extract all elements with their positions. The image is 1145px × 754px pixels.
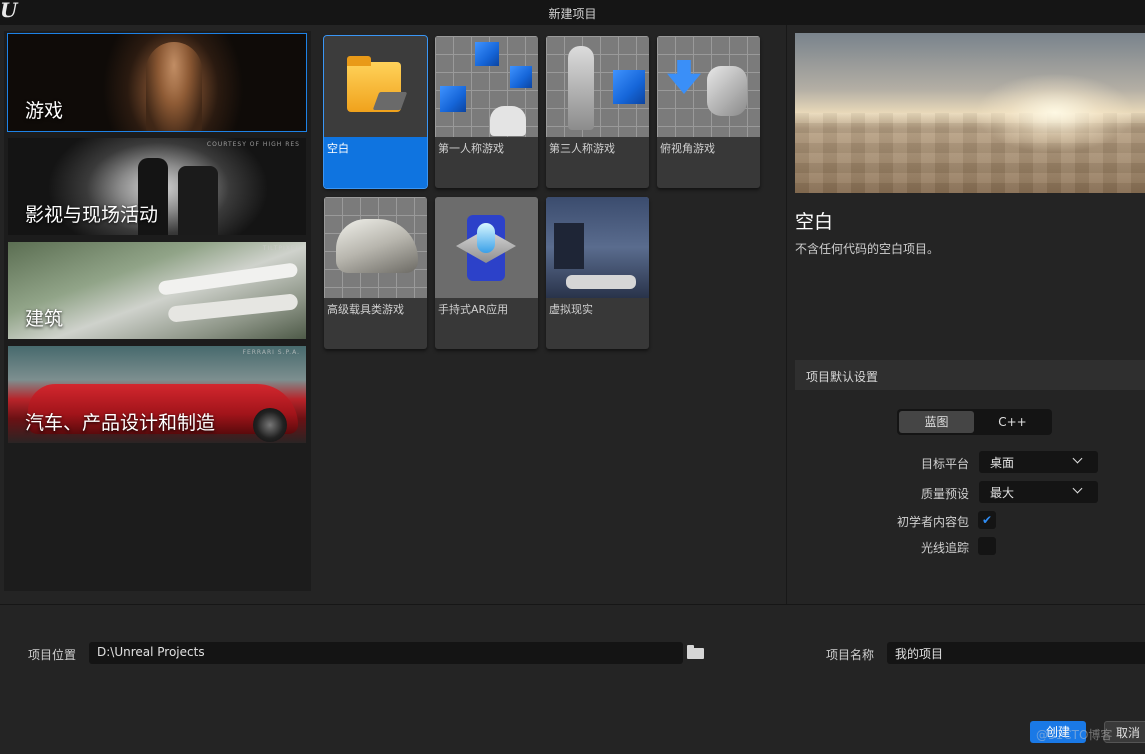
project-location-input[interactable]: D:\Unreal Projects [89,642,683,664]
sun-glare [975,73,1135,153]
template-vehicle[interactable]: 高级载具类游戏 [324,197,427,349]
target-platform-dropdown[interactable]: 桌面 [979,451,1098,473]
mannequin-figure [707,66,747,116]
template-third-person[interactable]: 第三人称游戏 [546,36,649,188]
category-film[interactable]: COURTESY OF HIGH RES 影视与现场活动 [7,137,307,236]
wheel-figure [253,408,287,442]
template-name: 俯视角游戏 [660,142,715,155]
starter-content-checkbox[interactable]: ✔ [978,511,996,529]
category-automotive[interactable]: FERRARI S.P.A. 汽车、产品设计和制造 [7,345,307,444]
target-platform-label: 目标平台 [920,457,969,471]
template-blank[interactable]: 空白 [323,35,428,189]
cpp-option[interactable]: C++ [975,411,1050,433]
category-architecture[interactable]: TILTPIXEL 建筑 [7,241,307,340]
main-area: 游戏 COURTESY OF HIGH RES 影视与现场活动 TILTPIXE… [0,25,1145,604]
category-games[interactable]: 游戏 [7,33,307,132]
character-figure [146,42,202,131]
project-name-label: 项目名称 [826,648,875,662]
quality-dropdown[interactable]: 最大 [979,481,1098,503]
browse-folder-icon[interactable] [687,645,704,659]
template-thumbnail [546,197,649,298]
template-virtual-reality[interactable]: 虚拟现实 [546,197,649,349]
raytracing-label: 光线追踪 [920,541,969,555]
template-name: 第三人称游戏 [549,142,615,155]
template-thumbnail [546,36,649,137]
template-name: 手持式AR应用 [438,303,509,316]
cube-figure [510,66,532,88]
template-thumbnail [324,36,427,137]
quality-value: 最大 [990,486,1015,500]
chevron-down-icon [1072,483,1083,494]
checkmark-icon: ✔ [981,513,993,527]
title-bar: U 新建项目 [0,0,1145,25]
category-list: 游戏 COURTESY OF HIGH RES 影视与现场活动 TILTPIXE… [4,31,311,591]
template-top-down[interactable]: 俯视角游戏 [657,36,760,188]
wall-figure [554,223,584,269]
template-name: 空白 [327,142,349,155]
settings-header: 项目默认设置 [795,360,1145,390]
window-title: 新建项目 [548,7,597,21]
panel-divider [786,25,787,604]
template-first-person[interactable]: 第一人称游戏 [435,36,538,188]
cube-figure [613,70,645,104]
template-title: 空白 [795,211,834,233]
category-label: 建筑 [25,308,64,330]
category-label: 影视与现场活动 [25,204,159,226]
template-handheld-ar[interactable]: 手持式AR应用 [435,197,538,349]
template-thumbnail [657,36,760,137]
project-type-toggle: 蓝图 C++ [897,409,1052,435]
bottom-bar: 项目位置 D:\Unreal Projects 项目名称 我的项目 创建 取消 … [0,604,1145,754]
image-credit: FERRARI S.P.A. [242,349,300,356]
controller-figure [566,275,636,289]
cube-figure [475,42,499,66]
quality-label: 质量预设 [920,487,969,501]
project-location-label: 项目位置 [28,648,77,662]
starter-content-label: 初学者内容包 [896,515,969,529]
image-credit: TILTPIXEL [262,245,300,252]
platform-icon [372,92,408,110]
template-name: 第一人称游戏 [438,142,504,155]
cube-figure [440,86,466,112]
template-thumbnail [435,197,538,298]
template-name: 虚拟现实 [549,303,593,316]
camera-rig-figure [178,166,218,235]
weapon-figure [490,106,526,136]
chevron-down-icon [1072,453,1083,464]
template-name: 高级载具类游戏 [327,303,404,316]
capsule-icon [477,223,495,253]
category-label: 汽车、产品设计和制造 [25,412,216,434]
template-description: 不含任何代码的空白项目。 [795,242,940,256]
blueprint-option[interactable]: 蓝图 [899,411,974,433]
template-thumbnail [324,197,427,298]
folder-tab-icon [347,56,371,66]
watermark: @51CTO博客 [1036,728,1113,742]
mannequin-figure [568,46,594,130]
template-thumbnail [435,36,538,137]
template-preview-image [795,33,1145,193]
raytracing-checkbox[interactable] [978,537,996,555]
category-label: 游戏 [25,100,64,122]
project-name-input[interactable]: 我的项目 [887,642,1145,664]
target-platform-value: 桌面 [990,456,1015,470]
image-credit: COURTESY OF HIGH RES [206,141,300,148]
